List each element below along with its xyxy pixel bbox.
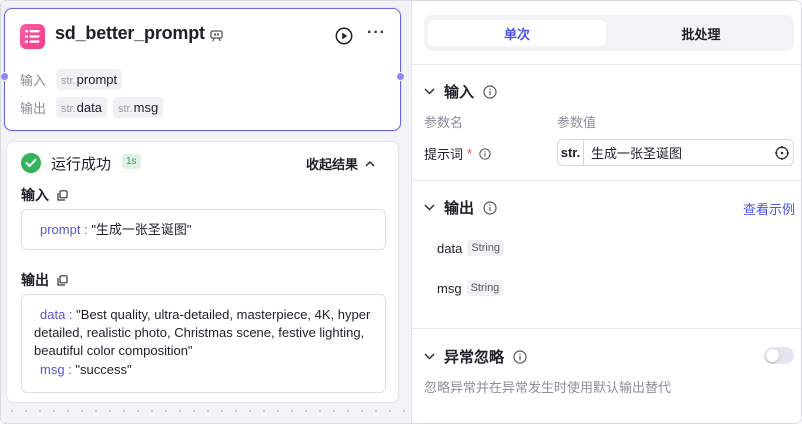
divider [412, 180, 801, 181]
kv-separator: : [80, 222, 92, 237]
result-output-data-line: data : "Best quality, ultra-detailed, ma… [34, 306, 373, 360]
result-input-box: prompt : "生成一张圣诞图" [21, 209, 386, 250]
input-section-header[interactable]: 输入 [424, 81, 497, 102]
tab-batch[interactable]: 批处理 [612, 20, 790, 46]
canvas-dot-grid [1, 401, 411, 423]
result-output-box: data : "Best quality, ultra-detailed, ma… [21, 294, 386, 393]
plugin-list-icon [20, 24, 45, 49]
plugin-node[interactable]: sd_better_prompt ··· 输入 str. prompt 输出 s… [1, 8, 405, 131]
node-output-name: data [76, 100, 102, 115]
output-section-header[interactable]: 输出 [424, 197, 497, 218]
type-prefix: str. [117, 103, 133, 115]
info-icon[interactable] [483, 84, 497, 99]
node-output-name: msg [133, 100, 159, 115]
copy-icon[interactable] [57, 274, 68, 286]
exception-ignore-header[interactable]: 异常忽略 [424, 346, 527, 367]
node-title: sd_better_prompt [55, 23, 205, 43]
output-type-tag: String [467, 240, 505, 256]
result-output-msg-line: msg : "success" [34, 361, 373, 379]
copy-icon[interactable] [57, 189, 68, 201]
output-row: data String [437, 240, 505, 256]
param-value-column: 参数值 [557, 115, 597, 130]
result-output-title: 输出 [21, 272, 49, 288]
node-output-tag: str. data [56, 97, 107, 118]
type-prefix: str. [61, 75, 76, 87]
run-result-panel: 运行成功 1s 收起结果 输入 prompt : "生成一张圣诞图" 输出 da… [6, 141, 399, 403]
result-input-value: "生成一张圣诞图" [91, 222, 192, 237]
output-name: msg [437, 280, 462, 296]
result-input-title: 输入 [21, 187, 49, 203]
result-input-heading: 输入 [21, 185, 68, 205]
plugin-type-icon [210, 29, 223, 45]
param-label-text: 提示词 [424, 147, 464, 162]
divider [412, 328, 801, 329]
result-output-msg-value: "success" [75, 362, 132, 377]
exception-ignore-toggle[interactable] [764, 347, 794, 364]
success-check-icon [21, 153, 41, 173]
run-status-text: 运行成功 [51, 156, 112, 173]
result-output-heading: 输出 [21, 270, 68, 290]
run-mode-tabs: 单次 批处理 [424, 15, 794, 51]
workflow-canvas[interactable]: sd_better_prompt ··· 输入 str. prompt 输出 s… [1, 1, 411, 423]
node-input-port[interactable] [1, 72, 9, 81]
node-outputs-row: 输出 str. data str. msg [20, 97, 164, 118]
prompt-param-field[interactable]: str. [557, 139, 794, 166]
node-input-name: prompt [76, 72, 118, 87]
param-label-prompt: 提示词 * [424, 144, 491, 163]
param-name-column: 参数名 [424, 115, 464, 130]
divider [412, 64, 801, 65]
info-icon[interactable] [479, 147, 491, 160]
result-output-data-value: "Best quality, ultra-detailed, masterpie… [34, 307, 371, 358]
info-icon[interactable] [483, 200, 497, 215]
node-input-label: 输入 [20, 73, 47, 88]
node-inputs-row: 输入 str. prompt [20, 69, 123, 90]
required-mark: * [467, 146, 473, 161]
type-prefix: str. [61, 103, 76, 115]
node-output-port[interactable] [396, 72, 405, 81]
toggle-knob [766, 349, 779, 362]
test-run-panel: 单次 批处理 输入 参数名 参数值 提示词* str. 输出 查看 [411, 1, 801, 423]
run-duration-badge: 1s [122, 154, 141, 169]
chevron-down-icon[interactable] [424, 204, 435, 211]
view-example-link[interactable]: 查看示例 [743, 199, 795, 218]
chevron-up-icon [365, 161, 375, 167]
output-section-title: 输出 [444, 200, 475, 217]
result-output-data-key: data [40, 307, 66, 322]
result-input-key: prompt [40, 222, 81, 237]
collapse-result-button[interactable]: 收起结果 [306, 154, 375, 173]
exception-ignore-title: 异常忽略 [444, 349, 505, 366]
run-node-icon[interactable] [335, 27, 353, 48]
node-output-tag: str. msg [112, 97, 164, 118]
tab-single[interactable]: 单次 [428, 20, 606, 46]
kv-separator: : [64, 362, 76, 377]
more-options-icon[interactable]: ··· [367, 24, 386, 42]
prompt-param-input[interactable] [584, 145, 771, 160]
collapse-result-label: 收起结果 [306, 157, 359, 172]
output-row: msg String [437, 280, 504, 296]
output-type-tag: String [466, 280, 504, 296]
chevron-down-icon[interactable] [424, 353, 435, 360]
chevron-down-icon[interactable] [424, 88, 435, 95]
node-output-label: 输出 [20, 101, 47, 116]
output-name: data [437, 240, 463, 256]
info-icon[interactable] [513, 349, 527, 364]
test-run-window: sd_better_prompt ··· 输入 str. prompt 输出 s… [0, 0, 802, 424]
node-input-tag: str. prompt [56, 69, 123, 90]
input-section-title: 输入 [444, 84, 475, 101]
kv-separator: : [65, 307, 77, 322]
param-type-label: str. [558, 140, 584, 165]
result-output-msg-key: msg [40, 362, 65, 377]
exception-ignore-description: 忽略异常并在异常发生时使用默认输出替代 [424, 380, 672, 395]
variable-ref-icon[interactable] [771, 145, 793, 160]
